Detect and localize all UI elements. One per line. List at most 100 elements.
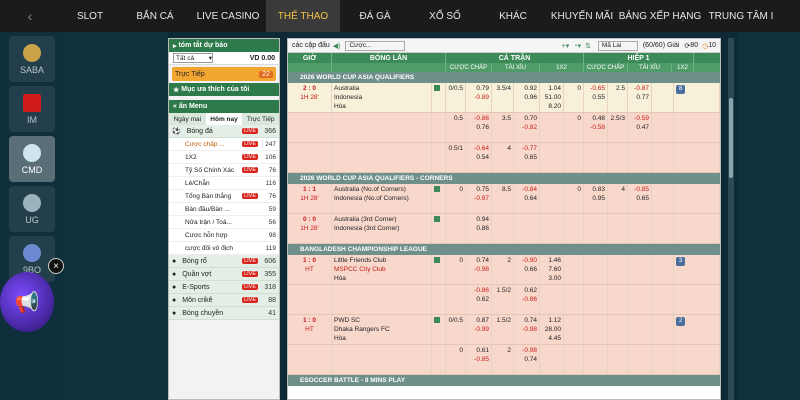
provider-ug[interactable]: UG [9,186,55,232]
ft-ou-odds-value[interactable]: 0.64 [516,194,537,203]
ft-hdp-line-value[interactable]: 0 [448,185,463,194]
stats-icon[interactable] [434,216,440,222]
sport-item[interactable]: ● Bóng rổ LIVE 606 [169,255,279,268]
ft-hdp-odds-value[interactable]: 0.87 [468,316,489,325]
market-item[interactable]: cược đối vô địch 119 [169,242,279,255]
sport-item[interactable]: ● E-Sports LIVE 318 [169,281,279,294]
h1-ou-odds-value[interactable]: -0.59 [630,114,649,123]
sport-item[interactable]: ● Quần vợt LIVE 355 [169,268,279,281]
ft-ou-line-value[interactable]: 2 [494,256,511,265]
promo-megaphone-button[interactable]: 📢 [0,272,54,332]
h1-hdp-odds-value[interactable]: -0.65 [586,84,605,93]
add-icon[interactable]: +▾ [562,42,570,50]
ft-hdp-odds-value[interactable]: -0.64 [468,144,489,153]
ft-1x2-odds-value[interactable]: 3.00 [542,274,561,283]
back-button[interactable]: ‹ [0,0,60,32]
h1-ou-line-value[interactable]: 2.5/3 [610,114,625,123]
ft-ou-odds-value[interactable]: -0.98 [516,325,537,334]
page-scrollbar[interactable] [728,38,734,400]
ft-ou-odds-value[interactable]: -0.98 [516,346,537,355]
ft-hdp-odds-value[interactable]: 0.79 [468,84,489,93]
ft-ou-odds-value[interactable] [516,224,537,233]
ft-ou-line-value[interactable] [494,295,511,304]
ft-ou-odds-value[interactable]: -0.86 [516,295,537,304]
ft-ou-line-value[interactable] [494,224,511,233]
hide-menu-header[interactable]: « ẩn Menu [169,100,279,113]
h1-hdp-line-value[interactable] [566,215,581,224]
ft-1x2-odds-value[interactable]: 1.46 [542,256,561,265]
ft-1x2-odds-value[interactable] [542,123,561,132]
h1-hdp-line-value[interactable] [566,316,581,325]
ft-1x2-odds-value[interactable]: 7.60 [542,265,561,274]
nav-live-casino[interactable]: LIVE CASINO [190,0,266,32]
h1-hdp-odds-value[interactable] [586,346,605,355]
ft-ou-line-value[interactable]: 3.5/4 [494,84,511,93]
ft-hdp-odds-value[interactable]: 0.54 [468,153,489,162]
ft-hdp-odds-value[interactable]: -0.98 [468,265,489,274]
h1-hdp-odds-value[interactable]: 0.48 [586,114,605,123]
ft-ou-odds-value[interactable]: 0.92 [516,84,537,93]
h1-ou-line-value[interactable] [610,286,625,295]
h1-hdp-odds-value[interactable] [586,144,605,153]
h1-ou-odds-value[interactable]: -0.87 [630,84,649,93]
tab-today[interactable]: Hôm nay [205,113,243,125]
h1-ou-odds-value[interactable]: 0.47 [630,123,649,132]
h1-hdp-odds-value[interactable] [586,325,605,334]
ft-1x2-odds-value[interactable] [542,144,561,153]
h1-ou-odds-value[interactable] [630,265,649,274]
ft-ou-odds-value[interactable]: -0.84 [516,185,537,194]
h1-ou-odds-value[interactable] [630,295,649,304]
h1-hdp-odds-value[interactable] [586,355,605,364]
h1-ou-line-value[interactable] [610,265,625,274]
ft-1x2-odds-value[interactable] [542,224,561,233]
nav-ban-ca[interactable]: BẮN CÁ [120,0,190,32]
ft-hdp-odds-value[interactable]: -0.85 [468,355,489,364]
ft-hdp-line-value[interactable] [448,215,463,224]
h1-ou-odds-value[interactable] [630,224,649,233]
ft-hdp-line-value[interactable]: 0 [448,346,463,355]
odds-type-select[interactable]: Mã Lai [597,40,638,51]
ft-ou-line-value[interactable]: 3.5 [494,114,511,123]
ft-hdp-odds-value[interactable]: -0.86 [468,114,489,123]
market-item[interactable]: Tỷ Số Chính Xác LIVE 76 [169,164,279,177]
ft-hdp-line-value[interactable] [448,93,463,102]
ft-hdp-line-value[interactable] [448,265,463,274]
league-counter[interactable]: (60/60) Giải [643,42,680,49]
stats-icon[interactable] [434,257,440,263]
h1-hdp-odds-value[interactable] [586,256,605,265]
h1-hdp-odds-value[interactable] [586,316,605,325]
sort-icon[interactable]: ⇅ [585,42,591,50]
h1-ou-line-value[interactable] [610,346,625,355]
ft-ou-line-value[interactable] [494,325,511,334]
ft-hdp-odds-value[interactable]: -0.97 [468,194,489,203]
ft-hdp-line-value[interactable] [448,295,463,304]
h1-ou-line-value[interactable] [610,295,625,304]
ft-hdp-line-value[interactable]: 0/0.5 [448,316,463,325]
ft-ou-line-value[interactable] [494,153,511,162]
nav-khuyen-mai[interactable]: KHUYẾN MÃI [546,0,618,32]
nav-khac[interactable]: KHÁC [480,0,546,32]
h1-hdp-line-value[interactable] [566,256,581,265]
h1-ou-line-value[interactable] [610,194,625,203]
ft-1x2-odds-value[interactable] [542,153,561,162]
h1-ou-line-value[interactable] [610,355,625,364]
h1-hdp-odds-value[interactable]: 0.83 [586,185,605,194]
more-markets-button[interactable]: 8 [676,85,686,94]
provider-im[interactable]: IM [9,86,55,132]
market-item[interactable]: Bàn đầu/Bàn ... 59 [169,203,279,216]
nav-slot[interactable]: SLOT [60,0,120,32]
h1-ou-line-value[interactable] [610,153,625,162]
tab-tomorrow[interactable]: Ngày mai [169,113,206,125]
ft-1x2-odds-value[interactable]: 8.20 [542,102,561,111]
live-button[interactable]: Trực Tiếp 22 [172,67,276,81]
market-item[interactable]: Cược hỗn hợp 98 [169,229,279,242]
h1-hdp-odds-value[interactable] [586,215,605,224]
sport-item-football[interactable]: ⚽ Bóng đá LIVE 366 [169,125,279,138]
market-filter-select[interactable]: Cược... [345,40,406,51]
ft-hdp-odds-value[interactable]: -0.86 [468,286,489,295]
h1-hdp-line-value[interactable]: 0 [566,84,581,93]
ft-ou-line-value[interactable] [494,123,511,132]
h1-hdp-line-value[interactable] [566,295,581,304]
ft-hdp-line-value[interactable]: 0/0.5 [448,84,463,93]
clock-icon[interactable]: ◔▾ [573,42,581,50]
